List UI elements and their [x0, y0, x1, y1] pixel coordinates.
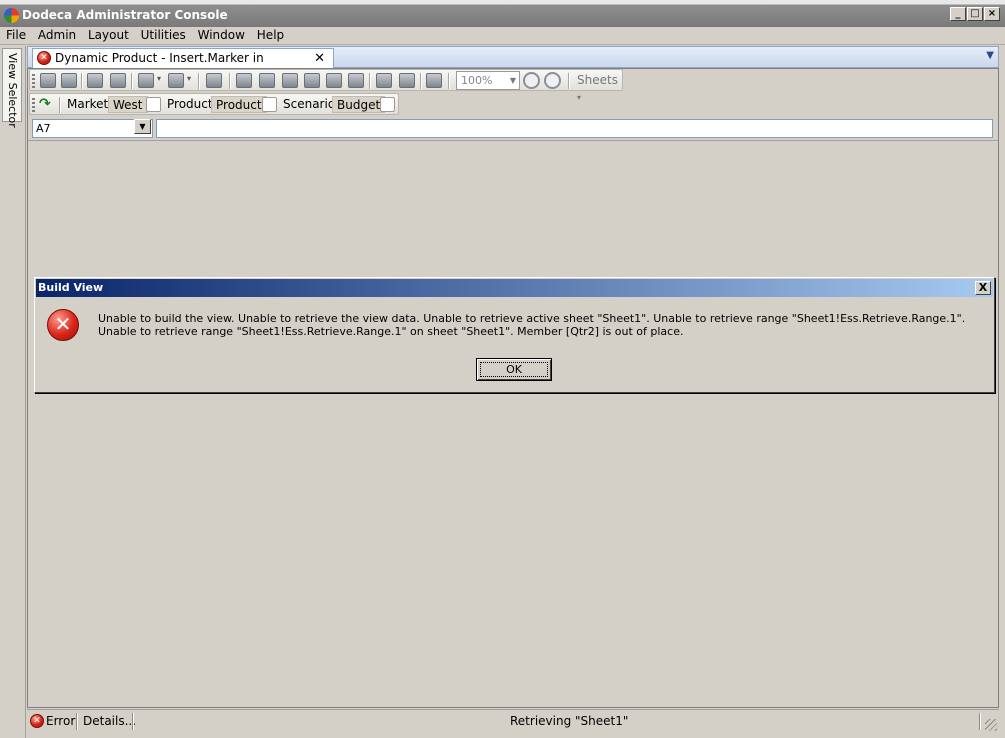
cell-reference-dropdown-icon[interactable]: ▼: [134, 119, 151, 134]
toolbar-separator: [229, 73, 230, 89]
dialog-title-bar: Build View X: [36, 279, 993, 297]
menu-layout[interactable]: Layout: [88, 28, 129, 42]
error-icon: ✕: [47, 309, 79, 341]
menu-admin[interactable]: Admin: [38, 28, 76, 42]
sheets-label: Sheets: [577, 73, 618, 87]
dialog-message: Unable to build the view. Unable to retr…: [98, 312, 966, 338]
menu-bar: File Admin Layout Utilities Window Help: [0, 27, 1005, 45]
title-bar: Dodeca Administrator Console _ □ ×: [0, 0, 1005, 28]
zoom-in-icon[interactable]: [523, 72, 540, 89]
refresh-icon[interactable]: ↷: [39, 94, 51, 114]
build-view-dialog: Build View X ✕ Unable to build the view.…: [34, 277, 995, 393]
pov-market-selector[interactable]: [146, 97, 161, 112]
window-title: Dodeca Administrator Console: [0, 5, 1005, 27]
pov-label-market: Market: [67, 97, 109, 111]
zoom-value: 100%: [461, 74, 493, 87]
preview-dropdown-icon[interactable]: ▾: [187, 74, 191, 83]
toolbar-separator: [420, 73, 421, 89]
minimize-button[interactable]: _: [950, 7, 966, 21]
pov-product-selector[interactable]: [262, 97, 277, 112]
status-bar: ✕ Error Details... Retrieving "Sheet1": [27, 709, 999, 733]
status-error-label[interactable]: Error: [46, 710, 75, 732]
expand-icon[interactable]: [259, 73, 275, 88]
view-selector-label: View Selector: [6, 53, 19, 128]
paste-icon[interactable]: [110, 73, 126, 88]
app-logo-icon: [4, 8, 19, 23]
left-panel-strip: View Selector: [0, 46, 26, 738]
zoom-out-icon[interactable]: [544, 72, 561, 89]
close-window-button[interactable]: ×: [984, 7, 1000, 21]
toolbar-separator: [448, 73, 449, 89]
dialog-close-button[interactable]: X: [975, 281, 991, 295]
pov-toolbar: ↷ Market West Product Product Scenario B…: [29, 93, 399, 115]
toolbar-separator: [369, 73, 370, 89]
status-separator: [979, 713, 980, 730]
zoom-dropdown-icon[interactable]: ▼: [510, 72, 516, 89]
sheets-dropdown-icon: ▾: [577, 93, 582, 102]
print-dropdown-icon[interactable]: ▾: [157, 74, 161, 83]
menu-file[interactable]: File: [6, 28, 26, 42]
zoom-combo[interactable]: 100% ▼: [456, 71, 520, 90]
save-all-icon[interactable]: [61, 73, 77, 88]
pov-label-product: Product: [167, 97, 213, 111]
cell-reference-row: A7 ▼: [28, 117, 998, 141]
status-details-link[interactable]: Details...: [83, 710, 136, 732]
resize-grip-icon[interactable]: [985, 719, 997, 731]
document-tab[interactable]: ✕ Dynamic Product - Insert.Marker in Row…: [32, 48, 334, 84]
save-icon[interactable]: [40, 73, 56, 88]
pov-scenario-selector[interactable]: [380, 97, 395, 112]
cell-reference-value: A7: [36, 122, 51, 135]
ok-button-focus-rect: [480, 362, 548, 377]
copy-icon[interactable]: [87, 73, 103, 88]
toolbar-separator: [131, 73, 132, 89]
print-preview-icon[interactable]: [168, 73, 184, 88]
toolbar-separator: [59, 97, 60, 113]
formula-bar-input[interactable]: [156, 119, 993, 138]
ok-button[interactable]: OK: [476, 358, 552, 381]
menu-utilities[interactable]: Utilities: [141, 28, 186, 42]
main-toolbar: ▾ ▾ 100% ▼ Sheets ▾: [29, 69, 623, 102]
toolbar-separator: [81, 73, 82, 89]
pov-member-product[interactable]: Product: [211, 96, 267, 113]
pivot-icon[interactable]: [348, 73, 364, 88]
status-message: Retrieving "Sheet1": [510, 714, 629, 728]
status-error-icon: ✕: [30, 714, 44, 728]
maximize-button[interactable]: □: [967, 7, 983, 21]
zoom-in-member-icon[interactable]: [304, 73, 320, 88]
hierarchy-icon[interactable]: [399, 73, 415, 88]
sheet-options-icon[interactable]: [206, 73, 222, 88]
tab-close-icon[interactable]: ✕: [314, 49, 325, 68]
dialog-title: Build View: [38, 281, 104, 294]
grid-icon[interactable]: [376, 73, 392, 88]
tab-error-icon: ✕: [37, 51, 51, 65]
menu-help[interactable]: Help: [257, 28, 284, 42]
toolbar-separator: [568, 73, 569, 89]
view-selector-tab[interactable]: View Selector: [2, 48, 22, 128]
status-separator: [132, 713, 133, 730]
pov-label-scenario: Scenario: [283, 97, 336, 111]
send-data-icon[interactable]: [426, 73, 442, 88]
pov-member-scenario[interactable]: Budget: [332, 96, 386, 113]
document-tab-strip: ✕ Dynamic Product - Insert.Marker in Row…: [27, 46, 999, 84]
pov-member-market[interactable]: West: [108, 96, 148, 113]
toolbar-separator: [198, 73, 199, 89]
status-separator: [76, 713, 77, 730]
menu-window[interactable]: Window: [198, 28, 245, 42]
print-icon[interactable]: [138, 73, 154, 88]
toolbar-grip[interactable]: [32, 74, 35, 88]
sheets-dropdown-button[interactable]: Sheets ▾: [577, 72, 622, 106]
collapse-icon[interactable]: [282, 73, 298, 88]
tab-list-dropdown-icon[interactable]: ▼: [986, 50, 994, 61]
retrieve-icon[interactable]: [236, 73, 252, 88]
toolbar-grip[interactable]: [32, 98, 35, 112]
zoom-out-member-icon[interactable]: [326, 73, 342, 88]
